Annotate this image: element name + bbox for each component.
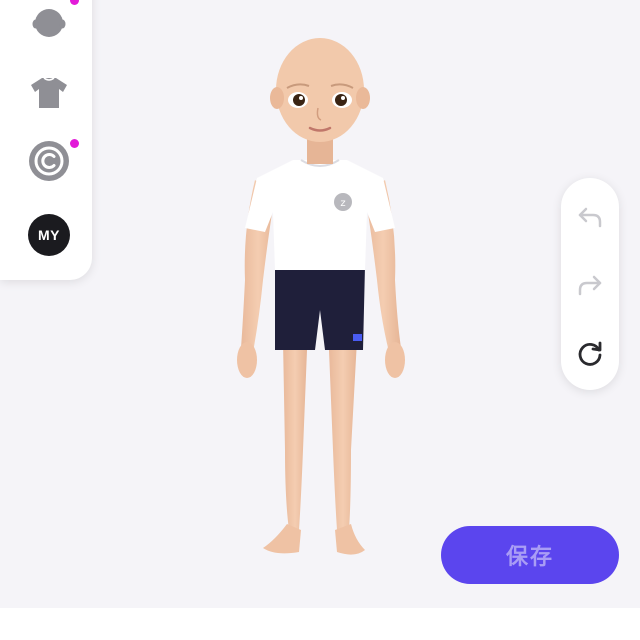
reset-button[interactable]	[570, 333, 610, 373]
copyright-icon	[29, 141, 69, 181]
my-badge: MY	[28, 214, 70, 256]
notification-dot	[70, 0, 79, 5]
svg-text:z: z	[340, 198, 345, 209]
category-mine[interactable]: MY	[28, 214, 70, 256]
redo-icon	[578, 275, 602, 296]
reset-icon	[578, 341, 602, 366]
notification-dot	[70, 139, 79, 148]
redo-button[interactable]	[570, 266, 610, 306]
category-brand[interactable]	[28, 140, 70, 182]
category-clothing[interactable]	[28, 71, 70, 113]
save-button[interactable]: 保存	[441, 526, 619, 584]
bottom-bar	[0, 608, 640, 640]
category-panel: MY	[0, 0, 92, 280]
history-panel	[561, 178, 619, 390]
head-icon	[32, 9, 66, 37]
category-head[interactable]	[28, 2, 70, 44]
undo-button[interactable]	[570, 198, 610, 238]
tshirt-icon	[31, 77, 67, 108]
avatar-figure: z	[237, 38, 405, 555]
undo-icon	[578, 207, 602, 228]
